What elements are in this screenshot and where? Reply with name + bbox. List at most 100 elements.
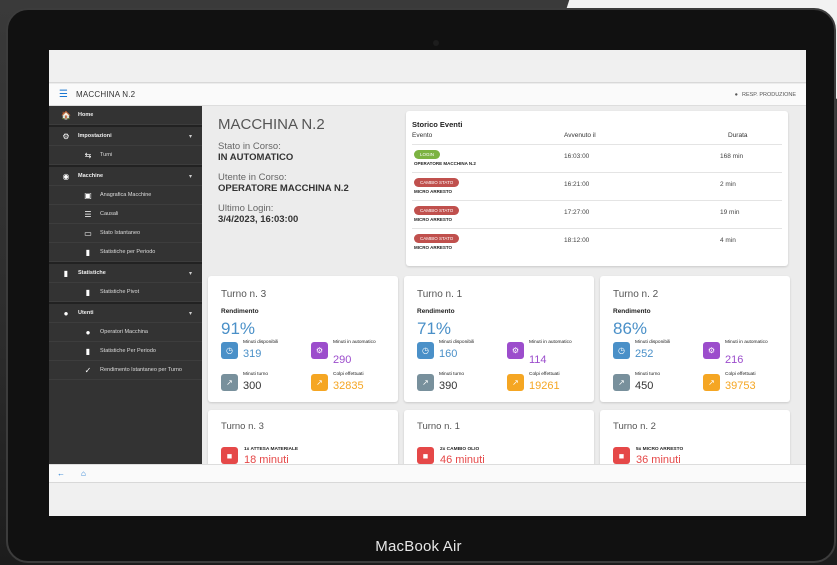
briefcase-icon: ▣: [84, 190, 92, 200]
device-brand: MacBook Air: [375, 538, 462, 555]
auto-minutes-value: 216: [725, 354, 744, 366]
available-minutes-value: 252: [635, 348, 654, 360]
state-label: Stato in Corso:: [218, 141, 281, 152]
user-icon: ●: [85, 327, 91, 337]
strokes-value: 32835: [333, 380, 364, 392]
shift-card: Turno n. 2 Rendimento 86% ◷ Minuti disponibi…: [600, 276, 790, 402]
auto-minutes: ⚙ Minuti in automatico 290: [311, 340, 399, 368]
trend-up-icon: ↗: [703, 374, 720, 391]
auto-minutes-label: Minuti in automatico: [333, 340, 376, 345]
sidebar-item[interactable]: ▭ Stato Istantaneo: [49, 224, 202, 243]
sidebar-item[interactable]: ◉ Macchine ▾: [49, 167, 202, 186]
event-duration: 19 min: [720, 209, 740, 216]
efficiency-value: 91%: [221, 319, 256, 338]
home-icon[interactable]: ⌂: [81, 469, 86, 478]
sidebar-item[interactable]: ⇆ Turni: [49, 146, 202, 165]
machine-title: MACCHINA N.2: [218, 116, 325, 133]
clock-icon: ◷: [613, 342, 630, 359]
auto-minutes: ⚙ Minuti in automatico 114: [507, 340, 595, 368]
strokes-label: Colpi effettuati: [725, 372, 756, 377]
back-arrow-icon[interactable]: ←: [57, 469, 65, 478]
auto-minutes-value: 114: [529, 354, 547, 366]
col-time: Avvenuto il: [564, 132, 596, 139]
current-user-value: OPERATORE MACCHINA N.2: [218, 183, 349, 194]
chevron-down-icon[interactable]: ▾: [189, 270, 192, 277]
events-card: Storico Eventi Evento Avvenuto il Durata…: [406, 111, 788, 266]
shift-minutes-label: Minuti turno: [243, 372, 269, 377]
sidebar-item[interactable]: ▮ Statistiche per Periodo: [49, 243, 202, 262]
camera-icon: [433, 40, 439, 46]
shift-minutes-value: 390: [439, 380, 458, 392]
sidebar-item[interactable]: 🏠 Home: [49, 106, 202, 125]
clock-icon: ◷: [417, 342, 434, 359]
monitor-icon: ▭: [84, 228, 92, 238]
sidebar-item[interactable]: ▮ Statistiche Per Periodo: [49, 342, 202, 361]
sidebar-item[interactable]: ▮ Statistiche ▾: [49, 264, 202, 283]
robot-icon: ⚙: [311, 342, 328, 359]
strokes-done: ↗ Colpi effettuati 19261: [507, 372, 595, 400]
sidebar-item-label: Statistiche: [78, 270, 106, 276]
stop-reason: 5x MICRO ARRESTO: [636, 447, 684, 452]
event-time: 16:21:00: [564, 181, 590, 188]
sidebar-item[interactable]: ▣ Anagrafica Macchine: [49, 186, 202, 205]
event-badge: CAMBIO STATO: [414, 234, 460, 243]
stop-card: Turno n. 3 ■ 1x ATTESA MATERIALE 18 minuti: [208, 410, 398, 468]
sidebar-item[interactable]: ▮ Statistiche Pivot: [49, 283, 202, 302]
bottom-nav: ← ⌂: [49, 464, 806, 482]
stop-shift-title: Turno n. 3: [221, 421, 264, 432]
sidebar-item[interactable]: ● Operatori Macchina: [49, 323, 202, 342]
chevron-down-icon[interactable]: ▾: [189, 133, 192, 140]
hamburger-menu-icon[interactable]: ☰: [59, 89, 68, 100]
shifts-icon: ⇆: [84, 150, 92, 160]
stop-shift-title: Turno n. 2: [613, 421, 656, 432]
last-login-value: 3/4/2023, 16:03:00: [218, 214, 299, 225]
sidebar-item-label: Statistiche Pivot: [100, 289, 140, 295]
sidebar-item[interactable]: ● Utenti ▾: [49, 304, 202, 323]
strokes-label: Colpi effettuati: [333, 372, 364, 377]
sidebar-item[interactable]: ⚙ Impostazioni ▾: [49, 127, 202, 146]
sidebar-item[interactable]: ☰ Causali: [49, 205, 202, 224]
col-duration: Durata: [728, 132, 748, 139]
clock-icon: ◷: [221, 342, 238, 359]
col-event: Evento: [412, 132, 433, 139]
stop-card: Turno n. 2 ■ 5x MICRO ARRESTO 36 minuti: [600, 410, 790, 468]
bar-chart-icon: ▮: [85, 287, 91, 297]
user-icon: ●: [734, 91, 738, 98]
browser-top-strip: [49, 50, 806, 83]
event-badge: CAMBIO STATO: [414, 178, 460, 187]
available-minutes: ◷ Minuti disponibili 160: [417, 340, 505, 368]
shift-minutes: ↗ Minuti turno 300: [221, 372, 309, 400]
main-content: MACCHINA N.2 Stato in Corso: IN AUTOMATI…: [202, 106, 806, 468]
sidebar-item-label: Anagrafica Macchine: [100, 192, 152, 198]
auto-minutes: ⚙ Minuti in automatico 216: [703, 340, 791, 368]
robot-icon: ⚙: [703, 342, 720, 359]
chevron-down-icon[interactable]: ▾: [189, 310, 192, 317]
event-detail: OPERATORE MACCHINA N.2: [414, 161, 476, 166]
chevron-down-icon[interactable]: ▾: [189, 173, 192, 180]
current-user-label: Utente in Corso:: [218, 172, 287, 183]
sidebar-item[interactable]: ✓ Rendimento Istantaneo per Turno: [49, 361, 202, 380]
strokes-value: 19261: [529, 380, 560, 392]
trend-icon: ↗: [613, 374, 630, 391]
strokes-label: Colpi effettuati: [529, 372, 560, 377]
sidebar-item-label: Impostazioni: [78, 133, 112, 139]
auto-minutes-label: Minuti in automatico: [725, 340, 768, 345]
event-duration: 4 min: [720, 237, 736, 244]
efficiency-value: 71%: [417, 319, 452, 338]
available-minutes-label: Minuti disponibili: [439, 340, 475, 345]
sidebar-item-label: Operatori Macchina: [100, 329, 148, 335]
shift-minutes-value: 450: [635, 380, 654, 392]
strokes-value: 39753: [725, 380, 756, 392]
user-menu[interactable]: ● RESP. PRODUZIONE: [735, 92, 796, 98]
gear-icon: ⚙: [62, 131, 70, 141]
browser-bottom-strip: [49, 482, 806, 516]
shift-title: Turno n. 3: [221, 289, 267, 300]
machine-info-panel: MACCHINA N.2 Stato in Corso: IN AUTOMATI…: [202, 106, 398, 256]
strokes-done: ↗ Colpi effettuati 39753: [703, 372, 791, 400]
stop-card: Turno n. 1 ■ 2x CAMBIO OLIO 46 minuti: [404, 410, 594, 468]
event-detail: MICRO ARRESTO: [414, 245, 453, 250]
event-badge: CAMBIO STATO: [414, 206, 460, 215]
photo-stage: ☰ MACCHINA N.2 ● RESP. PRODUZIONE 🏠 Home ⚙…: [0, 0, 837, 565]
event-badge: LOGIN: [414, 150, 441, 159]
user-icon: ●: [63, 308, 69, 318]
